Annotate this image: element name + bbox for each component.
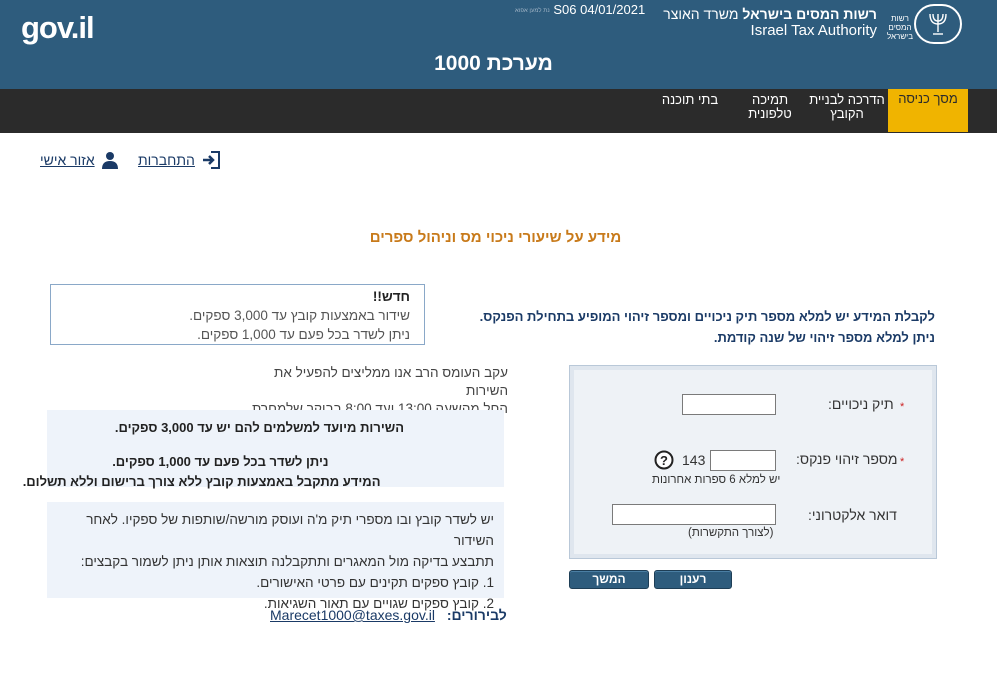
personal-area-link[interactable]: אזור אישי [40,151,119,169]
instructions-line: ניתן למלא מספר זיהוי של שנה קודמת. [713,330,935,345]
refresh-button[interactable]: רענון [654,570,732,589]
email-input[interactable] [612,504,776,525]
deduction-file-label: תיק ניכויים: [828,396,894,412]
org-name-english: Israel Tax Authority [750,22,877,39]
deduction-file-input[interactable] [682,394,776,415]
email-hint: (לצורך התקשרות) [688,527,774,539]
page-title: מידע על שיעורי ניכוי מס וניהול ספרים [369,229,622,246]
news-line: שידור באמצעות קובץ עד 3,000 ספקים. [189,308,410,323]
build-info: נת למען אפוא S06 04/01/2021 [512,2,645,17]
continue-button[interactable]: המשך [569,570,649,589]
personal-area-label[interactable]: אזור אישי [40,152,95,168]
system-title: מערכת 1000 [434,52,553,75]
nav-item-file-guide[interactable]: הדרכה לבניית הקובץ [808,89,886,133]
contact-line: לבירורים: Marecet1000@taxes.gov.il [270,607,507,623]
user-icon [101,152,118,169]
booklet-id-label: מספר זיהוי פנקס: [796,451,898,467]
build-small-text: נת למען אפוא [515,7,550,14]
required-mark: * [900,456,905,468]
process-info-line: תתבצע בדיקה מול המאגרים ותתקבלנה תוצאות … [80,554,494,569]
load-note-line: עקב העומס הרב אנו ממליצים להפעיל את השיר… [274,365,508,398]
emblem-caption: רשות המסים בישראל [886,14,914,41]
service-info-text: ניתן לשדר בכל פעם עד 1,000 ספקים. המידע … [23,418,504,489]
site-header: gov.il נת למען אפוא S06 04/01/2021 רשות … [0,0,997,89]
org-name-hebrew: רשות המסים בישראל משרד האוצר [663,6,877,22]
menorah-icon [929,13,947,35]
contact-label: לבירורים: [446,607,507,623]
search-form: * תיק ניכויים: * מספר זיהוי פנקס: 143 ? … [569,365,937,559]
process-info-line: 1. קובץ ספקים תקינים עם פרטי האישורים. [256,575,494,590]
news-box: חדש!! שידור באמצעות קובץ עד 3,000 ספקים.… [50,284,425,345]
news-title: חדש!! [372,289,410,304]
contact-email-link[interactable]: Marecet1000@taxes.gov.il [270,607,435,623]
login-icon [202,151,220,169]
help-icon[interactable]: ? [654,450,674,470]
main-nav: מסך כניסה הדרכה לבניית הקובץ תמיכה טלפונ… [0,89,997,133]
email-label: דואר אלקטרוני: [808,507,897,523]
process-info-line: יש לשדר קובץ ובו מספרי תיק מ'ה ועוסק מור… [86,512,494,548]
nav-item-software-houses[interactable]: בתי תוכנה [650,89,730,133]
booklet-id-input[interactable] [710,450,776,471]
news-line: ניתן לשדר בכל פעם עד 1,000 ספקים. [197,327,410,342]
form-instructions: לקבלת המידע יש למלא מספר תיק ניכויים ומס… [455,306,935,348]
booklet-prefix: 143 [682,452,706,468]
booklet-id-hint: יש למלא 6 ספרות אחרונות [652,474,781,486]
org-name-ministry: משרד האוצר [663,6,739,22]
required-mark: * [900,401,905,413]
org-name-bold: רשות המסים בישראל [742,6,877,22]
nav-item-home[interactable]: מסך כניסה [888,89,968,132]
search-form-inner: * תיק ניכויים: * מספר זיהוי פנקס: 143 ? … [574,370,932,554]
build-version: S06 04/01/2021 [553,2,646,17]
service-info-line: ניתן לשדר בכל פעם עד 1,000 ספקים. [112,454,329,469]
gov-il-logo[interactable]: gov.il [21,10,95,46]
page: gov.il נת למען אפוא S06 04/01/2021 רשות … [0,0,997,675]
service-info-line: המידע מתקבל באמצעות קובץ ללא צורך ברישום… [22,474,381,489]
nav-item-phone-support[interactable]: תמיכה טלפונית [732,89,808,133]
login-link[interactable]: התחברות [138,151,221,169]
process-info-box: יש לשדר קובץ ובו מספרי תיק מ'ה ועוסק מור… [47,502,504,611]
svg-text:?: ? [660,453,668,468]
instructions-line: לקבלת המידע יש למלא מספר תיק ניכויים ומס… [479,309,935,324]
login-link-label[interactable]: התחברות [138,152,195,168]
state-emblem-icon [914,4,962,44]
